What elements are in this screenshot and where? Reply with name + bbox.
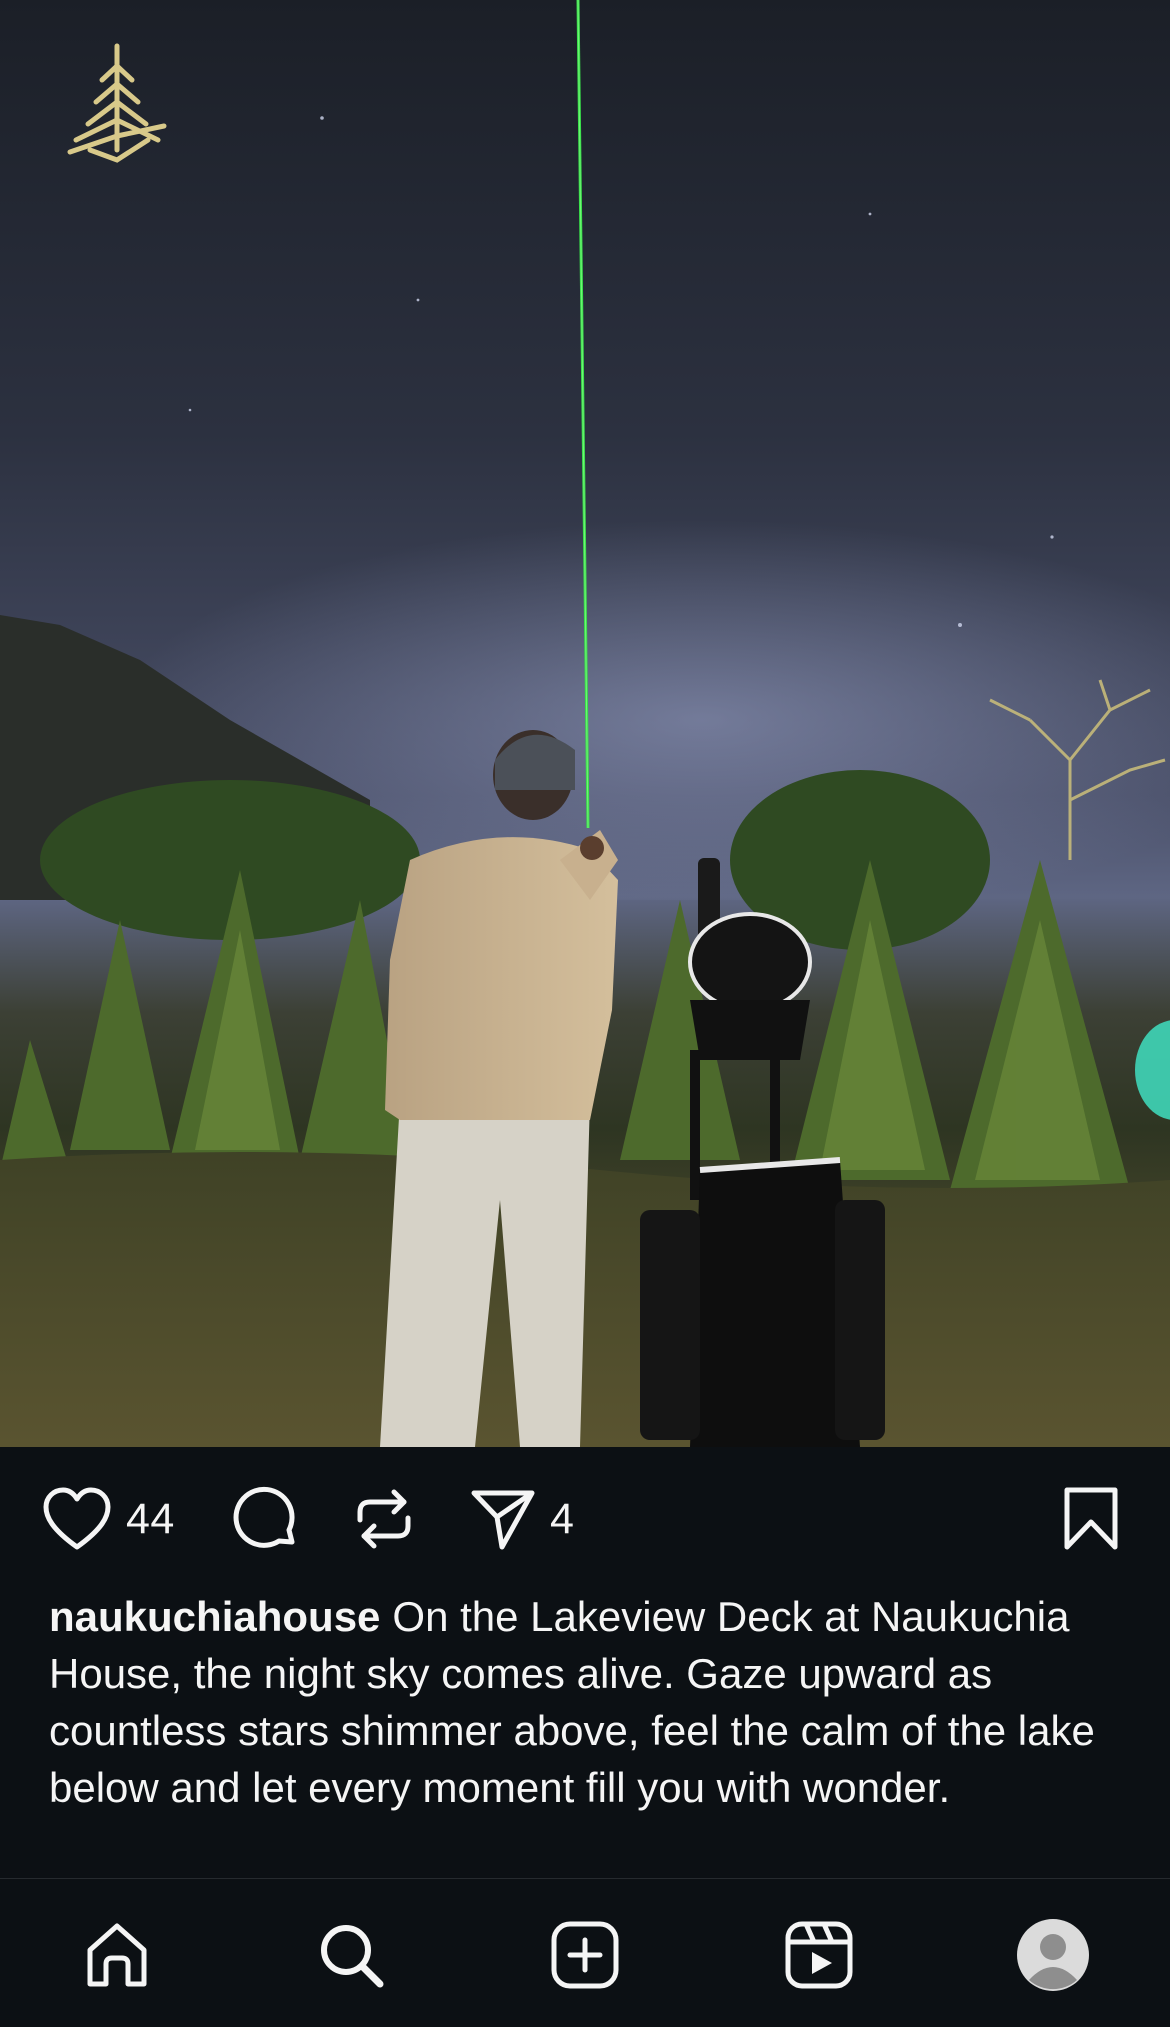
caption-username[interactable]: naukuchiahouse xyxy=(49,1593,380,1640)
repost-icon[interactable] xyxy=(352,1486,416,1552)
pine-cone-logo-icon xyxy=(67,43,167,163)
bookmark-icon[interactable] xyxy=(1062,1486,1120,1552)
comment-button[interactable] xyxy=(232,1486,298,1552)
heart-icon[interactable] xyxy=(42,1487,112,1551)
nav-reels[interactable] xyxy=(779,1917,859,1997)
nav-create[interactable] xyxy=(545,1917,625,1997)
post-caption: naukuchiahouse On the Lakeview Deck at Na… xyxy=(49,1588,1129,1816)
bottom-navigation xyxy=(0,1879,1170,2027)
create-icon[interactable] xyxy=(550,1920,620,1995)
reels-icon[interactable] xyxy=(784,1920,854,1995)
like-count[interactable]: 44 xyxy=(126,1495,175,1544)
send-icon[interactable] xyxy=(470,1487,536,1551)
save-button[interactable] xyxy=(1062,1487,1120,1551)
search-icon[interactable] xyxy=(316,1920,386,1995)
comment-icon[interactable] xyxy=(232,1486,298,1552)
profile-avatar[interactable] xyxy=(1016,1918,1090,1997)
post-image[interactable] xyxy=(0,0,1170,1447)
nav-search[interactable] xyxy=(311,1917,391,1997)
like-group: 44 xyxy=(42,1487,175,1551)
home-icon[interactable] xyxy=(82,1920,152,1995)
post-photo-scene xyxy=(0,0,1170,1447)
nav-home[interactable] xyxy=(77,1917,157,1997)
nav-profile[interactable] xyxy=(1013,1917,1093,1997)
repost-button[interactable] xyxy=(352,1487,416,1551)
share-group: 4 xyxy=(470,1487,574,1551)
share-count[interactable]: 4 xyxy=(550,1495,574,1544)
